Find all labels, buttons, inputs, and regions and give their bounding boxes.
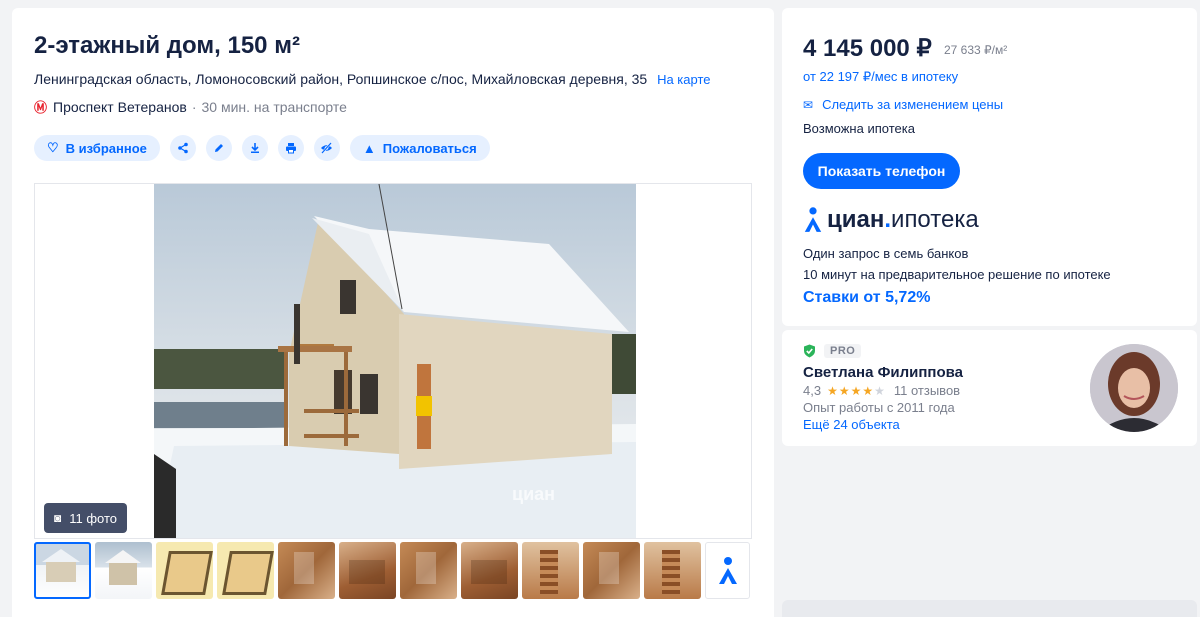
thumbnail-2[interactable] xyxy=(95,542,152,599)
metro-icon: Ⓜ xyxy=(34,100,48,115)
follow-price-link[interactable]: ✉ Следить за изменением цены xyxy=(803,97,1003,112)
report-button[interactable]: ▲ Пожаловаться xyxy=(349,135,490,161)
agent-experience: Опыт работы с 2011 года xyxy=(803,400,955,415)
mortgage-link[interactable]: от 22 197 ₽/мес в ипотеку xyxy=(803,69,958,85)
transit-time: 30 мин. на транспорте xyxy=(201,98,347,115)
cian-sub: ипотека xyxy=(891,206,979,233)
pro-badge: PRO xyxy=(824,344,862,358)
share-button[interactable] xyxy=(169,135,196,161)
mortgage-possible: Возможна ипотека xyxy=(803,121,915,136)
house-photo xyxy=(154,184,636,538)
thumbnail-strip xyxy=(34,542,750,599)
report-label: Пожаловаться xyxy=(382,140,477,156)
thumbnail-4[interactable] xyxy=(217,542,274,599)
edit-button[interactable] xyxy=(205,135,232,161)
photo-count: 11 фото xyxy=(69,510,118,526)
camera-icon: ◙ xyxy=(54,511,62,525)
pencil-icon xyxy=(214,144,223,152)
next-card-edge xyxy=(782,600,1197,617)
download-icon xyxy=(250,143,259,153)
agent-badges: PRO xyxy=(803,344,862,358)
address-text: Ленинградская область, Ломоносовский рай… xyxy=(34,71,648,87)
thumbnail-8[interactable] xyxy=(461,542,518,599)
verified-shield-icon xyxy=(804,344,815,358)
photo-count-badge[interactable]: ◙ 11 фото xyxy=(44,503,128,533)
thumbnail-6[interactable] xyxy=(339,542,396,599)
cian-brand: циан xyxy=(827,206,885,233)
more-objects-link[interactable]: Ещё 24 объекта xyxy=(803,417,900,432)
warning-icon: ▲ xyxy=(362,140,376,156)
mortgage-rate-link[interactable]: Ставки от 5,72% xyxy=(803,289,930,307)
thumbnail-11[interactable] xyxy=(644,542,701,599)
favorite-button[interactable]: ♡ В избранное xyxy=(34,135,160,161)
separator-dot: · xyxy=(191,98,197,115)
agent-rating[interactable]: 4,3 ★★★★★ 11 отзывов xyxy=(803,383,960,398)
listing-card: 2-этажный дом, 150 м² Ленинградская обла… xyxy=(12,8,774,617)
thumbnail-5[interactable] xyxy=(278,542,335,599)
bank-info-line-1: Один запрос в семь банков xyxy=(803,246,969,261)
cian-logo-icon xyxy=(718,556,737,584)
price-card: 4 145 000 ₽ 27 633 ₽/м² от 22 197 ₽/мес … xyxy=(782,8,1197,326)
listing-title: 2-этажный дом, 150 м² xyxy=(34,32,300,59)
eye-off-icon xyxy=(321,142,333,154)
cian-mortgage-logo[interactable]: циан. ипотека xyxy=(803,206,979,234)
mail-icon: ✉ xyxy=(803,97,814,112)
agent-card: PRO Светлана Филиппова 4,3 ★★★★★ 11 отзы… xyxy=(782,330,1197,446)
main-photo[interactable]: циан xyxy=(154,184,636,538)
download-button[interactable] xyxy=(241,135,268,161)
price-per-m2: 27 633 ₽/м² xyxy=(944,43,1008,57)
printer-icon xyxy=(285,143,296,154)
agent-photo xyxy=(1090,344,1178,432)
hide-button[interactable] xyxy=(313,135,340,161)
cian-logo-thumbnail[interactable] xyxy=(705,542,750,599)
thumbnail-7[interactable] xyxy=(400,542,457,599)
map-link[interactable]: На карте xyxy=(657,72,710,87)
share-icon xyxy=(178,142,188,154)
watermark: циан xyxy=(512,484,556,504)
price: 4 145 000 ₽ xyxy=(803,35,932,62)
metro-station[interactable]: Проспект Ветеранов xyxy=(53,99,187,115)
bank-info-line-2: 10 минут на предварительное решение по и… xyxy=(803,267,1111,282)
thumbnail-10[interactable] xyxy=(583,542,640,599)
photo-gallery[interactable]: циан ◙ 11 фото xyxy=(34,183,752,539)
star-rating: ★★★★★ xyxy=(827,383,886,398)
action-bar: ♡ В избранное ▲ Пожаловаться xyxy=(34,135,490,161)
thumbnail-9[interactable] xyxy=(522,542,579,599)
thumbnail-1[interactable] xyxy=(34,542,91,599)
reviews-count: 11 отзывов xyxy=(893,383,961,398)
show-phone-button[interactable]: Показать телефон xyxy=(803,153,960,189)
metro-info: Ⓜ Проспект Ветеранов · 30 мин. на трансп… xyxy=(34,97,347,116)
agent-name[interactable]: Светлана Филиппова xyxy=(803,364,963,381)
cian-logo-icon xyxy=(804,207,822,232)
heart-icon: ♡ xyxy=(47,140,59,155)
favorite-label: В избранное xyxy=(65,140,147,156)
rating-value: 4,3 xyxy=(803,383,822,398)
avatar[interactable] xyxy=(1090,344,1178,432)
follow-price-label: Следить за изменением цены xyxy=(822,97,1004,112)
thumbnail-3[interactable] xyxy=(156,542,213,599)
logo-dot: . xyxy=(884,206,892,233)
listing-address: Ленинградская область, Ломоносовский рай… xyxy=(34,71,711,87)
print-button[interactable] xyxy=(277,135,304,161)
